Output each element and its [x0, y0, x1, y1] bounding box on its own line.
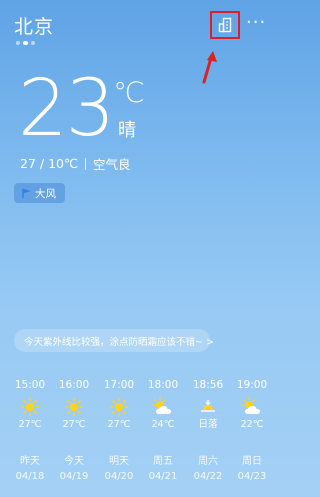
temperature-unit: ℃ — [113, 76, 145, 109]
hour-time: 15:00 — [14, 379, 46, 391]
sun-icon — [109, 397, 129, 417]
hour-time: 19:00 — [236, 379, 268, 391]
tip-text: 今天紫外线比较强，涂点防晒霜应该不错~ > — [24, 336, 214, 348]
page-dot — [16, 41, 20, 45]
more-icon: ··· — [246, 12, 267, 33]
day-date: 04/19 — [59, 471, 89, 482]
hourly-item: 18:00 24℃ — [141, 378, 185, 432]
hour-time: 18:56 — [192, 379, 224, 391]
buildings-icon — [218, 17, 232, 33]
annotation-arrow-icon — [202, 51, 217, 84]
hourly-item: 16:00 27℃ — [52, 378, 96, 432]
hour-temp: 27℃ — [107, 419, 131, 430]
city-management-button[interactable] — [210, 11, 240, 39]
divider — [85, 157, 87, 170]
day-date: 04/20 — [104, 471, 134, 482]
hour-temp: 27℃ — [18, 419, 42, 430]
day-label: 昨天 — [20, 456, 40, 467]
daily-item[interactable]: 周六 04/22 — [186, 454, 230, 485]
weather-condition: 晴 — [118, 120, 136, 141]
partly-cloudy-icon — [152, 397, 171, 414]
partly-cloudy-icon — [241, 397, 260, 414]
more-options-button[interactable]: ··· — [246, 12, 266, 33]
daily-forecast[interactable]: 昨天 04/18 今天 04/19 明天 04/20 周五 04/21 周六 0… — [0, 454, 279, 494]
day-date: 04/23 — [237, 471, 267, 482]
hourly-item: 18:56 日落 — [186, 378, 230, 432]
daily-item[interactable]: 今天 04/19 — [52, 454, 96, 485]
city-name[interactable]: 北京 — [14, 12, 54, 39]
day-date: 04/21 — [148, 471, 178, 482]
weather-alert-badge[interactable]: 大风 — [14, 183, 65, 203]
hour-temp: 日落 — [198, 419, 218, 430]
day-label: 周六 — [198, 456, 218, 467]
hourly-item: 19:00 22℃ — [230, 378, 274, 432]
page-dot-active — [23, 41, 28, 45]
day-label: 今天 — [64, 456, 84, 467]
high-low-temperature: 27 / 10℃ — [20, 156, 79, 171]
page-indicator — [16, 41, 35, 45]
hour-temp: 24℃ — [151, 419, 175, 430]
daily-item[interactable]: 明天 04/20 — [97, 454, 141, 485]
sun-icon — [20, 397, 40, 417]
page-dot — [31, 41, 35, 45]
daily-item[interactable]: 周日 04/23 — [230, 454, 274, 485]
hour-temp: 27℃ — [62, 419, 86, 430]
hourly-item: 17:00 27℃ — [97, 378, 141, 432]
day-date: 04/22 — [193, 471, 223, 482]
day-label: 周日 — [242, 456, 262, 467]
current-temperature: 23 — [18, 64, 115, 154]
flag-icon — [22, 188, 31, 198]
day-label: 周五 — [153, 456, 173, 467]
day-label: 明天 — [109, 456, 129, 467]
hourly-forecast[interactable]: 15:00 27℃ 16:00 27℃ 17:00 27℃ 18:00 24℃ … — [0, 378, 279, 430]
daily-item[interactable]: 周五 04/21 — [141, 454, 185, 485]
hour-time: 18:00 — [147, 379, 179, 391]
hour-time: 16:00 — [58, 379, 90, 391]
air-quality[interactable]: 空气良 — [93, 154, 131, 173]
hourly-item: 15:00 27℃ — [8, 378, 52, 432]
day-date: 04/18 — [15, 471, 45, 482]
daily-item[interactable]: 昨天 04/18 — [8, 454, 52, 485]
temp-range-row: 27 / 10℃ 空气良 — [20, 154, 131, 173]
sun-icon — [64, 397, 84, 417]
alert-label: 大风 — [35, 187, 56, 200]
uv-tip-banner[interactable]: 今天紫外线比较强，涂点防晒霜应该不错~ > — [14, 329, 214, 352]
hour-time: 17:00 — [103, 379, 135, 391]
hour-temp: 22℃ — [240, 419, 264, 430]
sunset-icon — [201, 400, 215, 412]
